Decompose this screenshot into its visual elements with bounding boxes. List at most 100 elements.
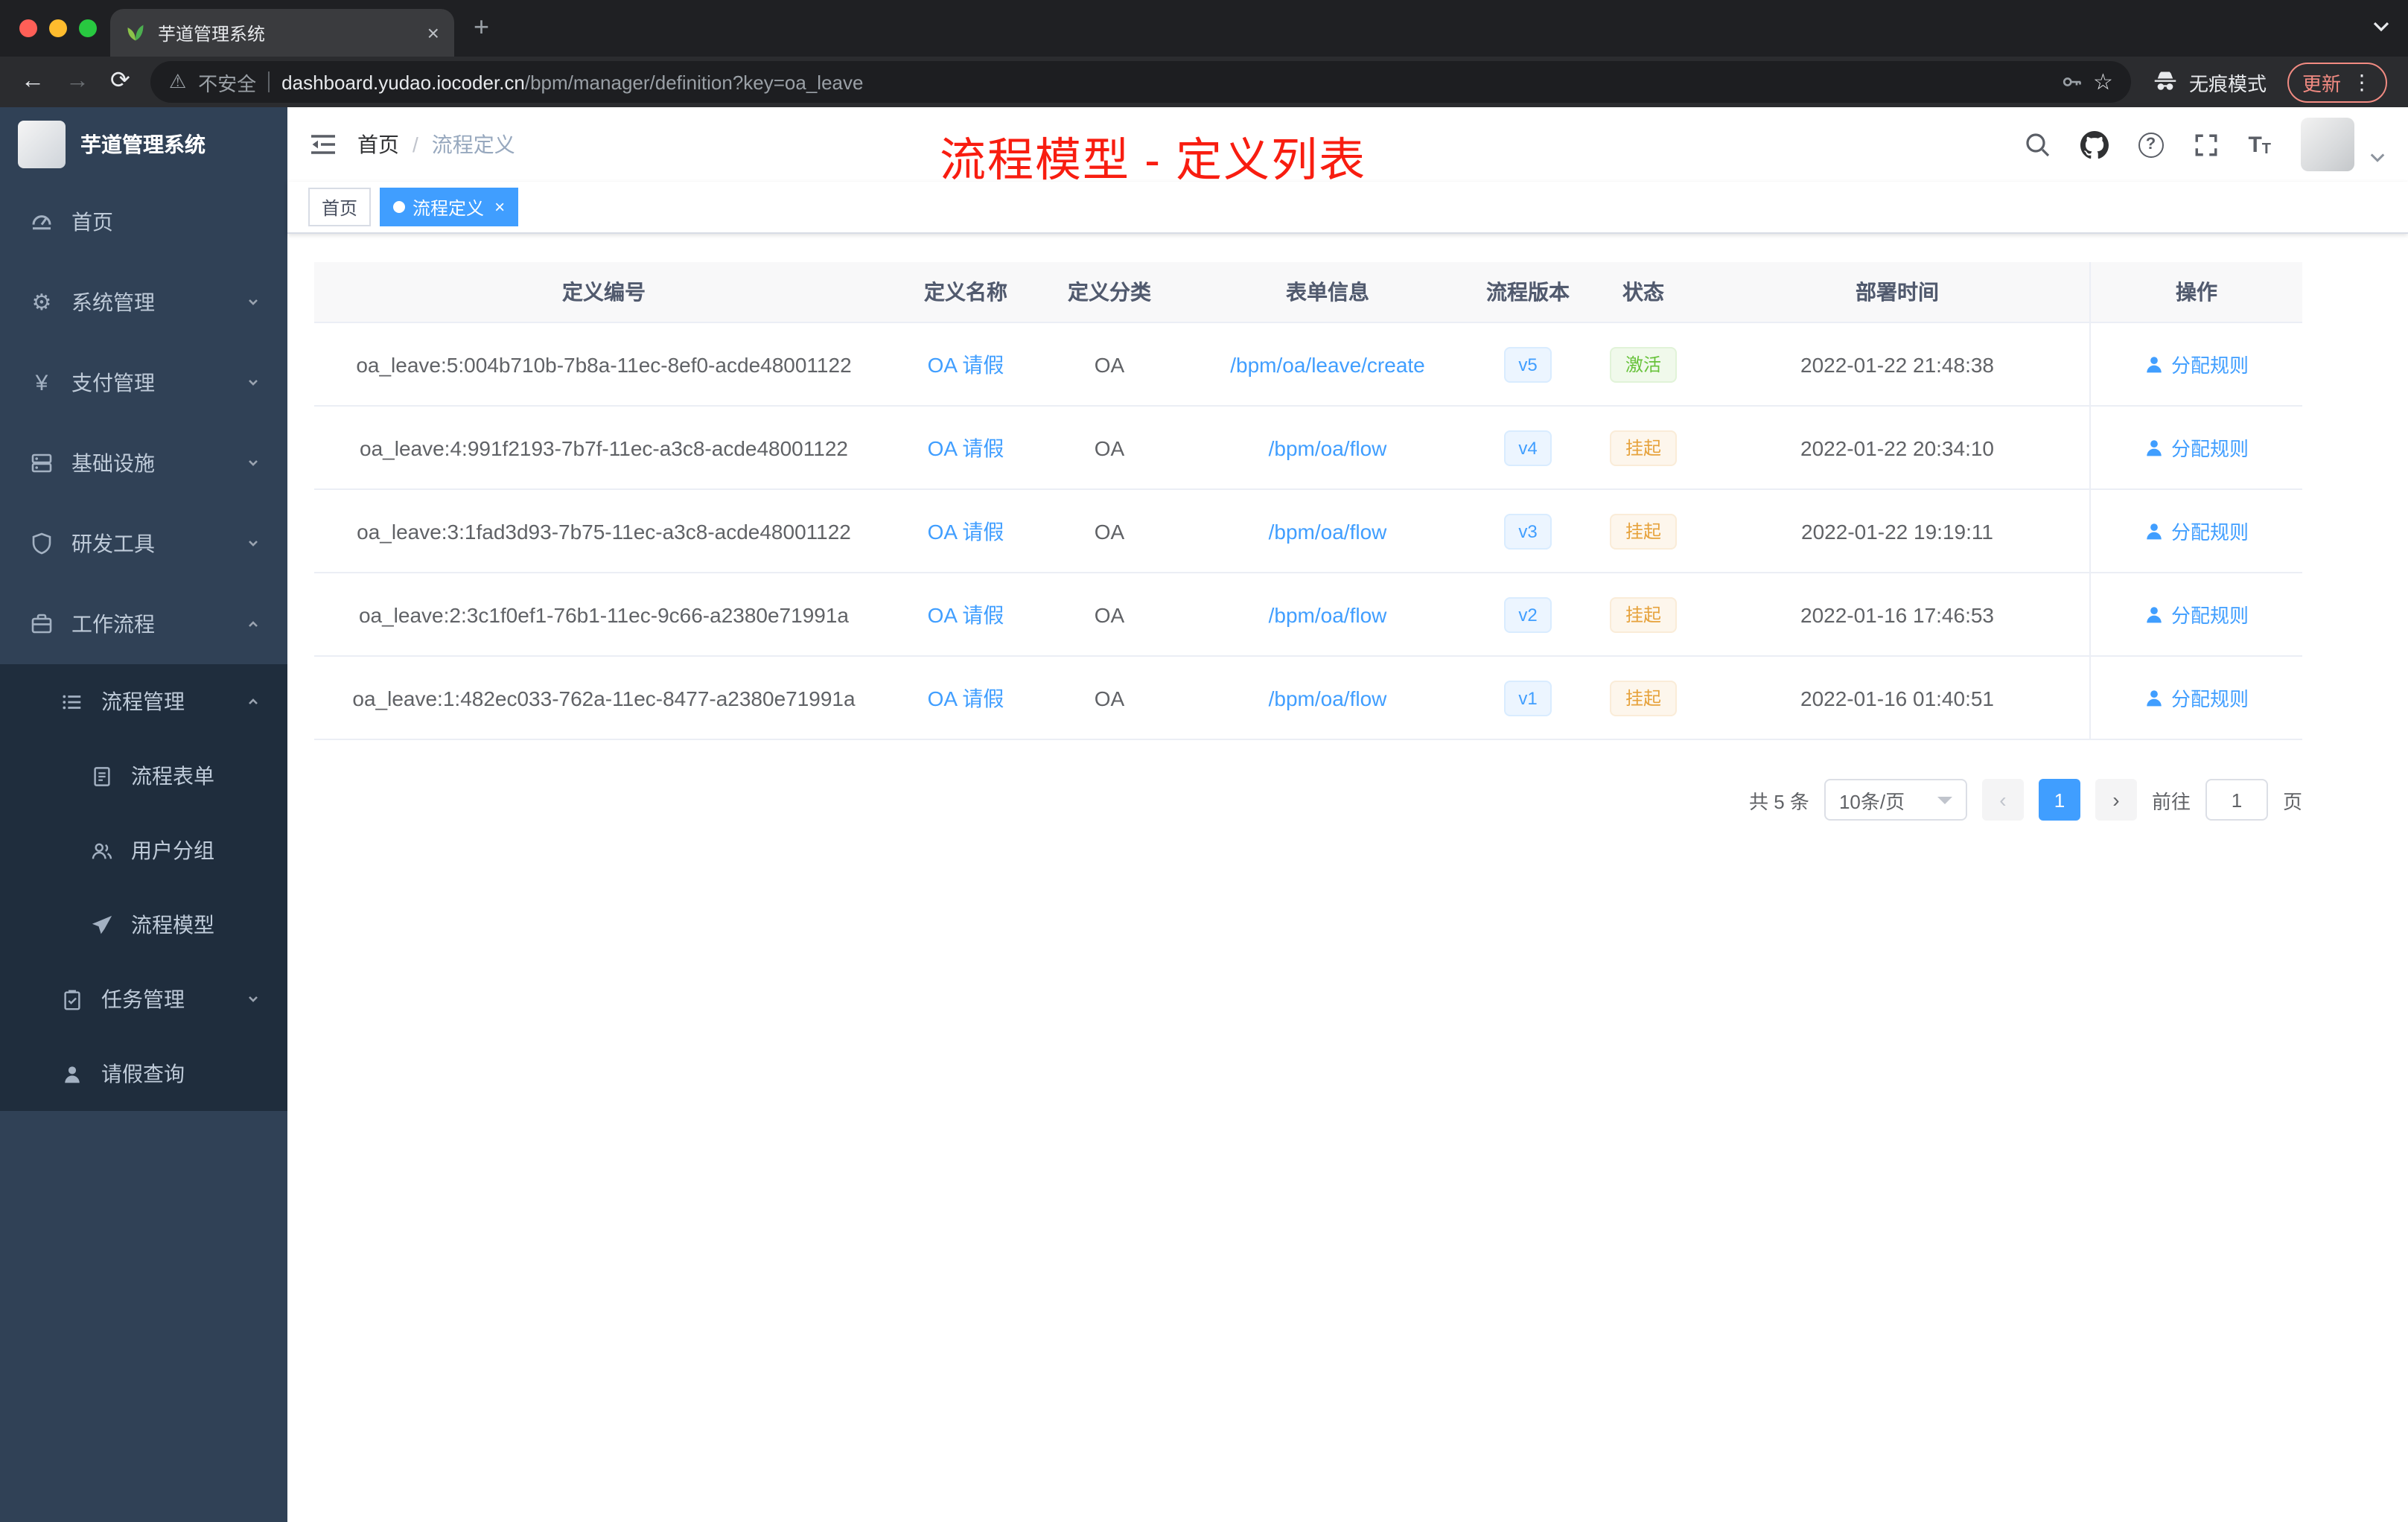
sidebar-item-system[interactable]: ⚙ 系统管理 [0, 262, 287, 343]
sidebar-item-workflow[interactable]: 工作流程 [0, 584, 287, 664]
sidebar-item-label: 流程模型 [131, 913, 214, 937]
navbar-actions: ? TT [2023, 118, 2386, 171]
person-icon [57, 1063, 86, 1085]
sidebar-collapse-icon[interactable] [310, 133, 337, 156]
sidebar-item-leave-query[interactable]: 请假查询 [0, 1037, 287, 1111]
search-icon[interactable] [2023, 131, 2050, 158]
sidebar-item-label: 工作流程 [71, 612, 155, 636]
tag-home[interactable]: 首页 [308, 188, 372, 226]
payment-icon: ¥ [35, 370, 48, 395]
next-page-button[interactable]: › [2095, 779, 2137, 821]
user-avatar[interactable] [2301, 118, 2354, 171]
table-row: oa_leave:2:3c1f0ef1-76b1-11ec-9c66-a2380… [314, 573, 2302, 657]
header-id: 定义编号 [562, 280, 646, 304]
definition-name-link[interactable]: OA 请假 [928, 599, 1004, 629]
assign-rule-link[interactable]: 分配规则 [2144, 684, 2249, 712]
sidebar-item-task-manage[interactable]: 任务管理 [0, 962, 287, 1037]
fullscreen-icon[interactable] [2193, 132, 2218, 157]
back-icon[interactable]: ← [21, 69, 45, 94]
definition-name-link[interactable]: OA 请假 [928, 516, 1004, 546]
form-link[interactable]: /bpm/oa/flow [1269, 602, 1387, 626]
sidebar-item-process-model[interactable]: 流程模型 [0, 888, 287, 962]
forward-icon[interactable]: → [66, 69, 89, 94]
form-link[interactable]: /bpm/oa/flow [1269, 686, 1387, 710]
sidebar-filler [0, 1111, 287, 1522]
form-link[interactable]: /bpm/oa/flow [1269, 436, 1387, 459]
status-badge: 激活 [1610, 346, 1676, 382]
reload-icon[interactable]: ⟳ [110, 69, 130, 94]
tag-close-icon[interactable]: × [494, 197, 505, 217]
prev-page-button[interactable]: ‹ [1981, 779, 2024, 821]
bookmark-star-icon[interactable]: ☆ [2093, 69, 2113, 95]
header-actions: 操作 [2089, 262, 2302, 322]
breadcrumb-home[interactable]: 首页 [357, 130, 399, 159]
assign-rule-link[interactable]: 分配规则 [2144, 433, 2249, 462]
password-key-icon[interactable] [2060, 71, 2081, 92]
sidebar-item-infrastructure[interactable]: 基础设施 [0, 423, 287, 503]
user-group-icon [86, 839, 116, 862]
form-link[interactable]: /bpm/oa/leave/create [1230, 352, 1425, 376]
table-row: oa_leave:5:004b710b-7b8a-11ec-8ef0-acde4… [314, 323, 2302, 407]
chevron-down-icon [246, 375, 261, 390]
browser-tab[interactable]: 芋道管理系统 × [110, 9, 454, 57]
main-area: 流程模型 - 定义列表 首页 / 流程定义 ? T T 首页 流程定义 × 定义… [287, 107, 2408, 1522]
logo-title: 芋道管理系统 [80, 133, 206, 156]
deploy-time: 2022-01-22 21:48:38 [1800, 352, 1994, 376]
tab-search-chevron-icon[interactable] [2372, 21, 2390, 33]
sidebar-item-devtools[interactable]: 研发工具 [0, 503, 287, 584]
window-minimize-button[interactable] [49, 19, 67, 37]
workflow-icon [27, 612, 57, 636]
current-page-button[interactable]: 1 [2038, 779, 2080, 821]
assign-rule-link[interactable]: 分配规则 [2144, 517, 2249, 545]
page-url: dashboard.yudao.iocoder.cn/bpm/manager/d… [281, 71, 863, 93]
avatar-caret-icon[interactable] [2369, 152, 2386, 164]
page-goto-input[interactable] [2205, 779, 2268, 821]
help-icon[interactable]: ? [2138, 132, 2164, 157]
tab-close-icon[interactable]: × [427, 21, 439, 45]
assign-rule-link[interactable]: 分配规则 [2144, 600, 2249, 628]
form-link[interactable]: /bpm/oa/flow [1269, 519, 1387, 543]
sidebar-item-payment[interactable]: ¥ 支付管理 [0, 343, 287, 423]
screen: 芋道管理系统 × + ← → ⟳ ⚠ 不安全 dashboard.yudao.i… [0, 0, 2408, 1522]
definition-name-link[interactable]: OA 请假 [928, 433, 1004, 462]
pagination: 共 5 条 10条/页 ‹ 1 › 前往 页 [314, 779, 2302, 821]
goto-label: 前往 [2151, 790, 2191, 812]
definition-category: OA [1094, 352, 1125, 376]
window-close-button[interactable] [19, 19, 37, 37]
browser-update-button[interactable]: 更新 ⋮ [2287, 62, 2387, 102]
select-caret-icon [1937, 796, 1952, 803]
chevron-down-icon [246, 992, 261, 1007]
update-label: 更新 [2302, 72, 2341, 95]
sidebar-logo[interactable]: 芋道管理系统 [0, 107, 287, 182]
gear-icon: ⚙ [31, 290, 52, 316]
pagination-total: 共 5 条 [1749, 790, 1809, 812]
tag-process-definition[interactable]: 流程定义 × [380, 188, 519, 226]
status-badge: 挂起 [1610, 513, 1676, 549]
security-label[interactable]: 不安全 [198, 68, 256, 96]
definition-id: oa_leave:4:991f2193-7b7f-11ec-a3c8-acde4… [360, 436, 848, 459]
browser-toolbar: ← → ⟳ ⚠ 不安全 dashboard.yudao.iocoder.cn/b… [0, 57, 2408, 107]
header-version: 流程版本 [1486, 280, 1570, 304]
github-icon[interactable] [2080, 130, 2109, 159]
tags-view: 首页 流程定义 × [287, 182, 2408, 234]
page-size-select[interactable]: 10条/页 [1823, 779, 1967, 821]
window-zoom-button[interactable] [79, 19, 97, 37]
new-tab-button[interactable]: + [474, 12, 489, 42]
sidebar-item-process-form[interactable]: 流程表单 [0, 739, 287, 813]
sidebar-item-process-manage[interactable]: 流程管理 [0, 664, 287, 739]
paper-plane-icon [86, 914, 116, 936]
definition-name-link[interactable]: OA 请假 [928, 683, 1004, 713]
assign-rule-link[interactable]: 分配规则 [2144, 350, 2249, 378]
browser-menu-icon[interactable]: ⋮ [2351, 69, 2372, 95]
user-icon [2144, 605, 2164, 624]
definition-name-link[interactable]: OA 请假 [928, 349, 1004, 379]
tab-title: 芋道管理系统 [158, 23, 266, 44]
table-row: oa_leave:3:1fad3d93-7b75-11ec-a3c8-acde4… [314, 490, 2302, 573]
sidebar-item-user-group[interactable]: 用户分组 [0, 813, 287, 888]
sidebar-item-home[interactable]: 首页 [0, 182, 287, 262]
definition-id: oa_leave:1:482ec033-762a-11ec-8477-a2380… [352, 686, 856, 710]
address-bar[interactable]: ⚠ 不安全 dashboard.yudao.iocoder.cn/bpm/man… [150, 61, 2131, 103]
definition-id: oa_leave:5:004b710b-7b8a-11ec-8ef0-acde4… [356, 352, 852, 376]
font-size-icon[interactable]: TT [2248, 132, 2271, 157]
incognito-icon [2152, 69, 2179, 95]
